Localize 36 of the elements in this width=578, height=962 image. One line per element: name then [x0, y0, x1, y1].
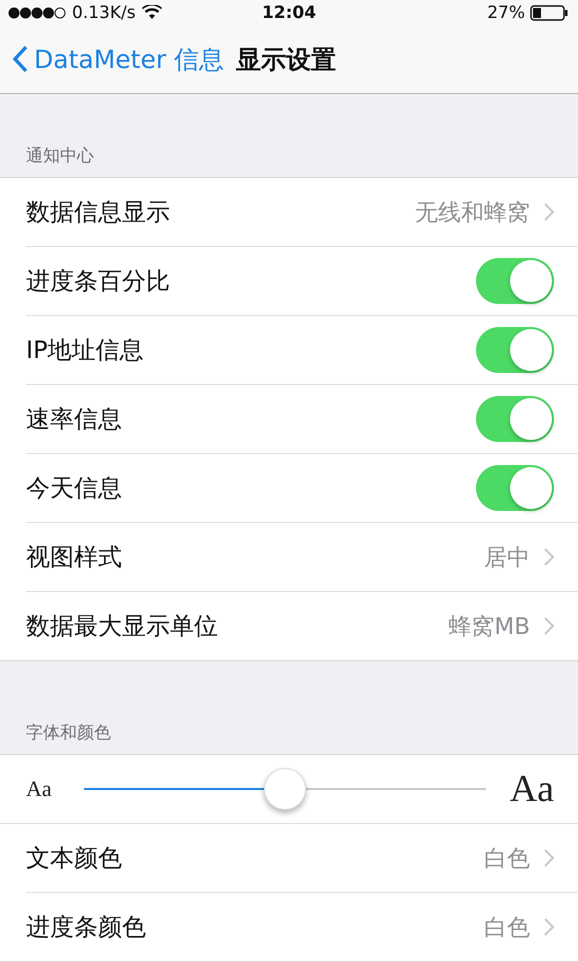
large-font-label: Aa	[510, 767, 554, 811]
row-label: 速率信息	[26, 404, 123, 435]
toggle-switch[interactable]	[476, 465, 554, 511]
signal-icon	[8, 6, 66, 19]
row-value: 居中	[484, 544, 530, 572]
row-label: 进度条百分比	[26, 266, 171, 297]
row-label: 今天信息	[26, 473, 123, 504]
nav-title: 显示设置	[236, 44, 336, 76]
section-header: 字体和颜色	[25, 722, 112, 745]
row-label: 数据最大显示单位	[26, 611, 219, 642]
row-label: 进度条颜色	[26, 912, 147, 943]
section-header: 通知中心	[25, 145, 95, 168]
toggle-switch[interactable]	[476, 396, 554, 442]
row-label: 视图样式	[26, 542, 123, 573]
chevron-icon	[544, 203, 554, 221]
toggle-switch[interactable]	[476, 327, 554, 373]
row-value: 蜂窝MB	[448, 612, 530, 642]
chevron-icon	[544, 918, 554, 936]
battery-percentage: 27%	[487, 2, 525, 23]
row-label: 数据信息显示	[26, 197, 171, 228]
network-speed: 0.13K/s	[72, 2, 136, 23]
row-value: 无线和蜂窝	[415, 198, 530, 228]
wifi-icon	[142, 5, 162, 20]
row-value: 白色	[484, 914, 530, 942]
small-font-label: Aa	[26, 776, 52, 802]
row-value: 白色	[484, 844, 530, 874]
chevron-icon	[544, 548, 554, 566]
row-label: IP地址信息	[26, 335, 145, 366]
row-label: 文本颜色	[26, 843, 123, 874]
status-time: 12:04	[262, 2, 316, 23]
chevron-icon	[544, 617, 554, 635]
battery-icon	[530, 4, 568, 21]
chevron-icon	[544, 849, 554, 867]
toggle-switch[interactable]	[476, 258, 554, 304]
slider-thumb[interactable]	[264, 768, 306, 810]
back-chevron-icon	[12, 45, 28, 74]
